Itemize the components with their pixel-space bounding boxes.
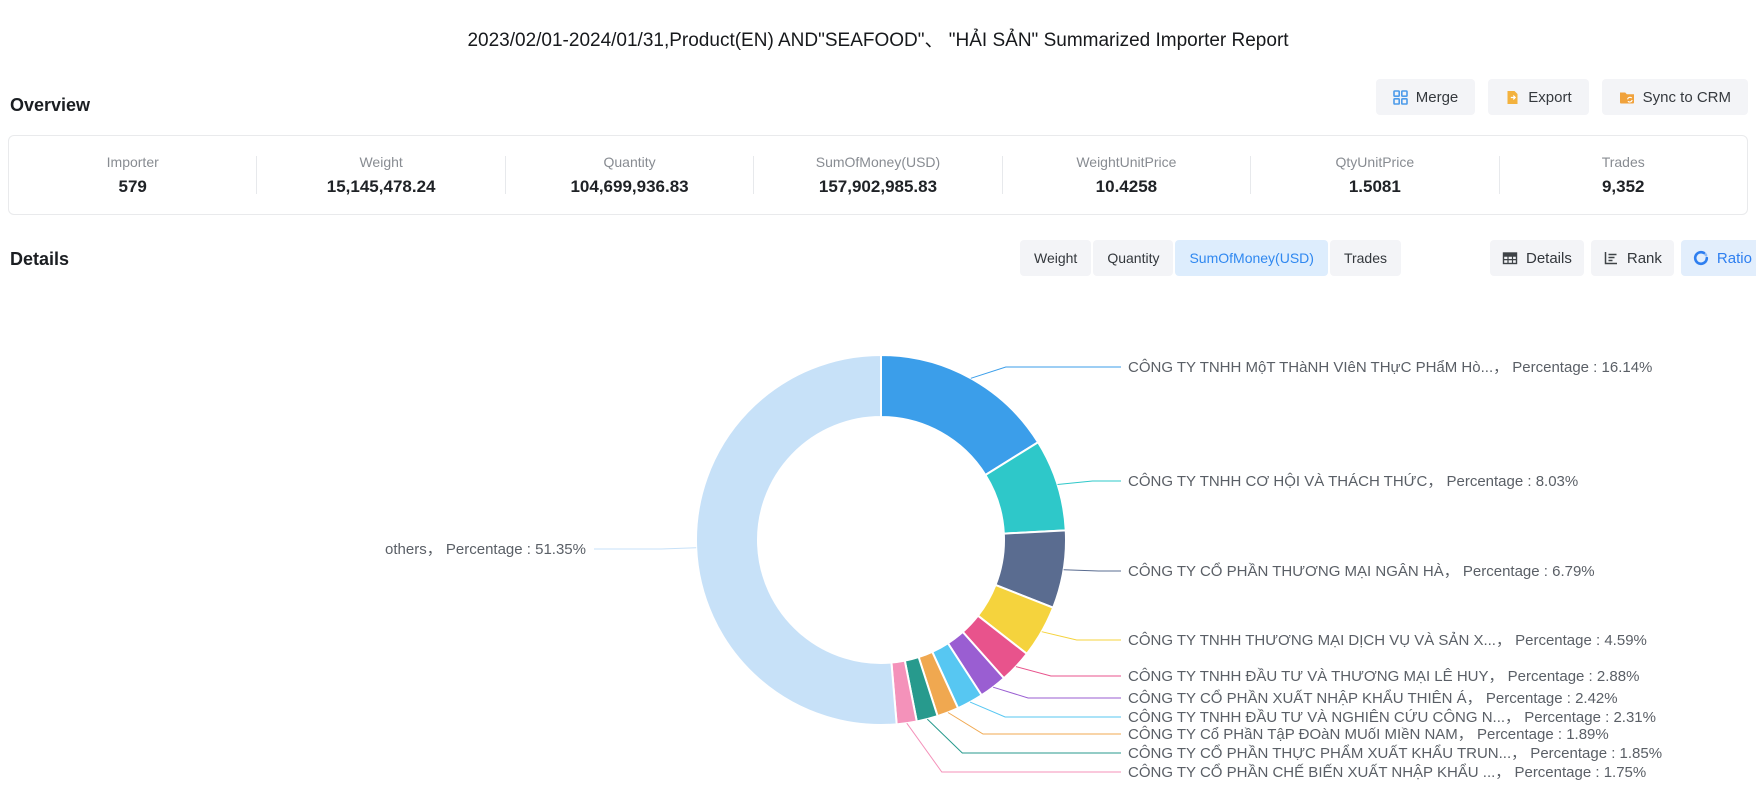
stat-sumofmoney-usd: SumOfMoney(USD) 157,902,985.83 — [754, 154, 1001, 197]
overview-stats-card: Importer 579 Weight 15,145,478.24 Quantity 10… — [8, 135, 1748, 215]
pie-label-line — [1064, 570, 1121, 571]
pie-label-c-ng-ty-tnhh-c-h-i-v-th-ch-th-c: CÔNG TY TNHH CƠ HỘI VÀ THÁCH THỨC， Perce… — [1128, 473, 1578, 490]
stat-value: 15,145,478.24 — [327, 177, 436, 197]
stat-label: QtyUnitPrice — [1336, 154, 1415, 170]
pie-label-line — [993, 687, 1121, 698]
overview-toolbar: Merge Export Sync to CRM — [1376, 79, 1748, 115]
merge-icon — [1393, 90, 1408, 105]
pie-label-line — [1042, 632, 1121, 640]
stat-label: Trades — [1602, 154, 1645, 170]
pie-label-c-ng-ty-tnhh-th-ng-m-i-d-ch-v-v-s-n-x: CÔNG TY TNHH THƯƠNG MẠI DỊCH VỤ VÀ SẢN X… — [1128, 632, 1647, 649]
merge-button[interactable]: Merge — [1376, 79, 1476, 115]
pie-label-c-ng-ty-tnhh-m-t-th-nh-vi-n-th-c-ph-m-h: CÔNG TY TNHH MộT THàNH VIêN THựC PHẩM Hò… — [1128, 359, 1652, 376]
export-button[interactable]: Export — [1488, 79, 1588, 115]
stat-value: 104,699,936.83 — [570, 177, 688, 197]
stat-weightunitprice: WeightUnitPrice 10.4258 — [1003, 154, 1250, 197]
stat-value: 9,352 — [1602, 177, 1645, 197]
button-label: Export — [1528, 89, 1571, 106]
stat-label: SumOfMoney(USD) — [816, 154, 940, 170]
pie-label-line — [1058, 481, 1122, 485]
export-icon — [1505, 90, 1520, 105]
stat-value: 1.5081 — [1349, 177, 1401, 197]
importer-ratio-pie-chart: CÔNG TY TNHH MộT THàNH VIêN THựC PHẩM Hò… — [0, 260, 1756, 780]
pie-label-line — [927, 719, 1121, 753]
stat-weight: Weight 15,145,478.24 — [257, 154, 504, 197]
pie-label-c-ng-ty-c-ph-n-ch-bi-n-xu-t-nh-p-kh-u: CÔNG TY CỔ PHẦN CHẾ BIẾN XUẤT NHẬP KHẨU … — [1128, 763, 1646, 780]
pie-label-c-ng-ty-tnhh-u-t-v-th-ng-m-i-l-huy: CÔNG TY TNHH ĐẦU TƯ VÀ THƯƠNG MẠI LÊ HUY… — [1128, 668, 1639, 685]
pie-label-line — [1016, 667, 1121, 676]
pie-label-line — [948, 713, 1121, 735]
stat-label: Weight — [359, 154, 402, 170]
pie-slice-others[interactable] — [696, 355, 897, 725]
pie-label-c-ng-ty-c-ph-n-th-c-ph-m-xu-t-kh-u-trun: CÔNG TY CỔ PHẦN THỰC PHẨM XUẤT KHẨU TRUN… — [1128, 744, 1662, 762]
pie-label-line — [594, 548, 696, 549]
overview-heading: Overview — [10, 95, 90, 116]
stat-value: 157,902,985.83 — [819, 177, 937, 197]
button-label: Sync to CRM — [1643, 89, 1731, 106]
stat-value: 10.4258 — [1096, 177, 1157, 197]
pie-label-c-ng-ty-c-ph-n-t-p-o-n-mu-i-mi-n-nam: CÔNG TY Cổ PHầN TậP ĐOàN MUốI MIềN NAM， … — [1128, 726, 1609, 743]
stat-qtyunitprice: QtyUnitPrice 1.5081 — [1251, 154, 1498, 197]
stat-value: 579 — [119, 177, 147, 197]
pie-label-c-ng-ty-c-ph-n-xu-t-nh-p-kh-u-thi-n: CÔNG TY CỔ PHẦN XUẤT NHẬP KHẨU THIÊN Á， … — [1128, 689, 1618, 707]
pie-label-others: others， Percentage : 51.35% — [385, 541, 586, 558]
pie-label-line — [970, 702, 1121, 717]
pie-label-c-ng-ty-tnhh-u-t-v-nghi-n-c-u-c-ng-n: CÔNG TY TNHH ĐẦU TƯ VÀ NGHIÊN CỨU CÔNG N… — [1128, 709, 1656, 726]
page-title: 2023/02/01-2024/01/31,Product(EN) AND"SE… — [0, 25, 1756, 52]
sync-icon — [1619, 90, 1635, 105]
stat-label: Quantity — [603, 154, 655, 170]
stat-label: Importer — [107, 154, 159, 170]
stat-importer: Importer 579 — [9, 154, 256, 197]
stat-quantity: Quantity 104,699,936.83 — [506, 154, 753, 197]
stat-trades: Trades 9,352 — [1500, 154, 1747, 197]
button-label: Merge — [1416, 89, 1459, 106]
pie-label-line — [971, 367, 1121, 378]
sync-to-crm-button[interactable]: Sync to CRM — [1602, 79, 1748, 115]
stat-label: WeightUnitPrice — [1076, 154, 1176, 170]
pie-label-c-ng-ty-c-ph-n-th-ng-m-i-ng-n-h: CÔNG TY CỔ PHẦN THƯƠNG MẠI NGÂN HÀ， Perc… — [1128, 562, 1595, 580]
